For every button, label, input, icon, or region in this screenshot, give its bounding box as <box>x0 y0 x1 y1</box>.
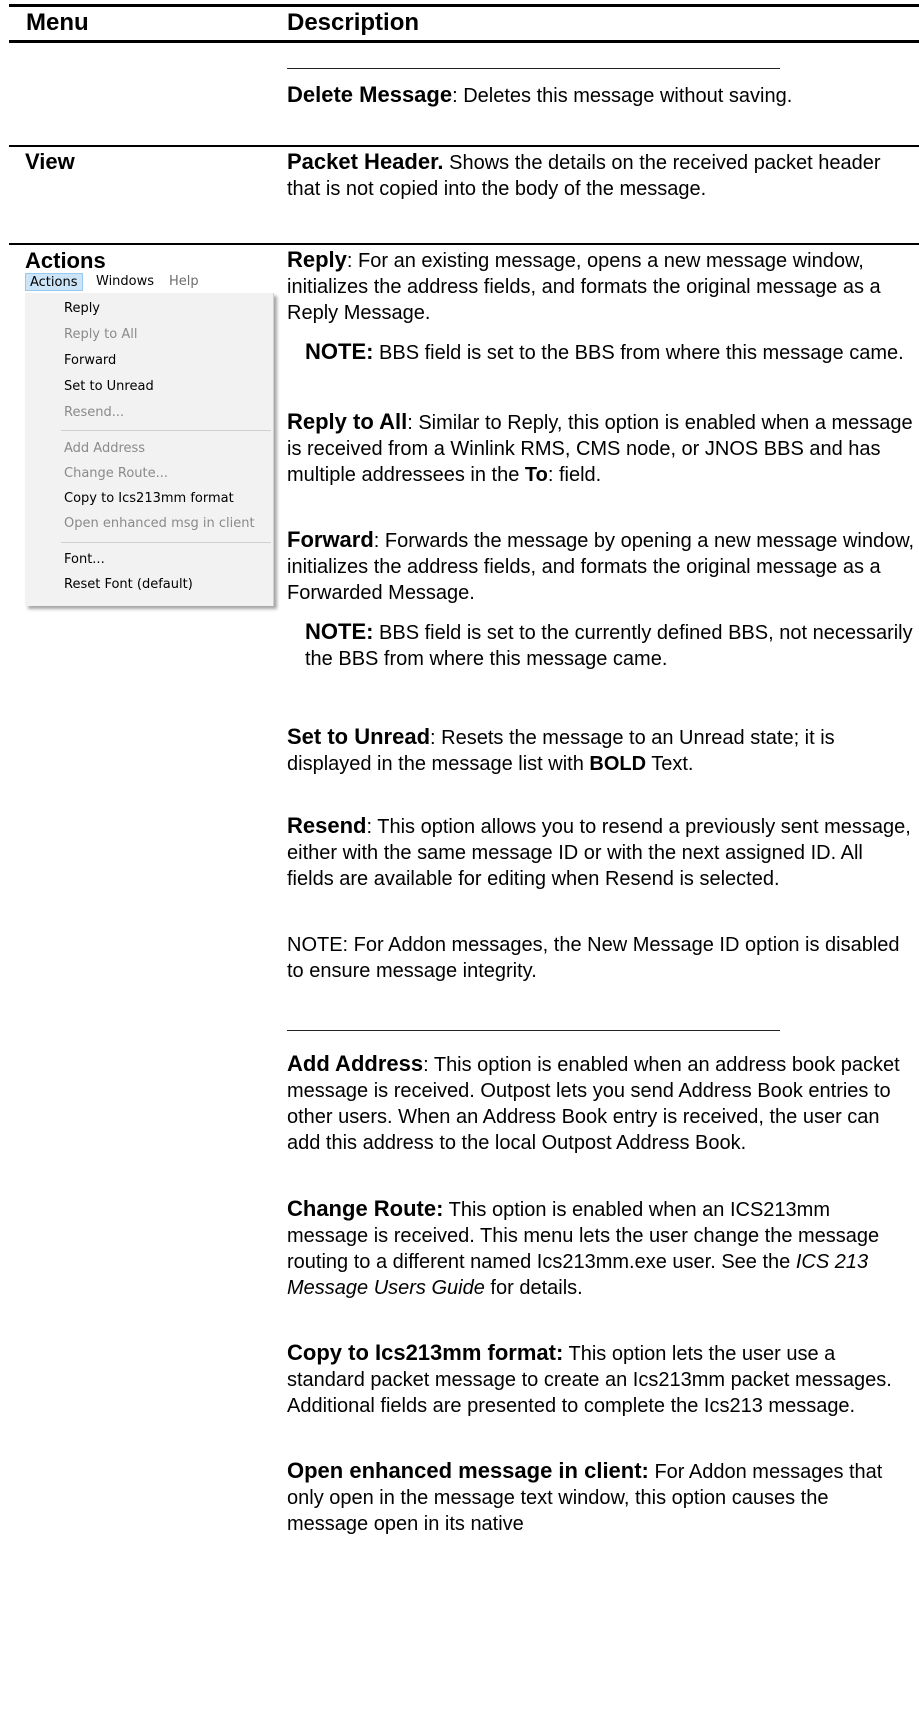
menu-item-change-route[interactable]: Change Route... <box>64 464 168 484</box>
menu-item-resend[interactable]: Resend... <box>64 403 124 423</box>
menu-item-reset-font[interactable]: Reset Font (default) <box>64 575 193 595</box>
menu-item-font[interactable]: Font... <box>64 550 105 570</box>
menu-item-copy-to-ics213mm[interactable]: Copy to Ics213mm format <box>64 489 234 509</box>
copy-to-ics213mm-description: Copy to Ics213mm format: This option let… <box>287 1340 892 1417</box>
forward-description: Forward: Forwards the message by opening… <box>287 527 915 604</box>
actions-menu-label: Actions <box>25 248 106 273</box>
menu-item-add-address[interactable]: Add Address <box>64 439 145 459</box>
separator-line <box>287 1030 780 1031</box>
reply-description: Reply: For an existing message, opens a … <box>287 247 881 324</box>
view-menu-label: View <box>25 149 75 174</box>
resend-note: NOTE: For Addon messages, the New Messag… <box>287 934 900 982</box>
table-header: Menu Description <box>9 4 919 43</box>
menu-item-open-enhanced[interactable]: Open enhanced msg in client <box>64 514 255 534</box>
menubar-help[interactable]: Help <box>165 273 203 291</box>
menu-item-set-to-unread[interactable]: Set to Unread <box>64 377 154 397</box>
reply-note: NOTE: BBS field is set to the BBS from w… <box>305 339 904 364</box>
change-route-description: Change Route: This option is enabled whe… <box>287 1196 880 1299</box>
actions-menu-screenshot: Actions Windows Help Reply Reply to All … <box>25 271 274 606</box>
open-enhanced-description: Open enhanced message in client: For Add… <box>287 1458 883 1535</box>
menu-item-reply[interactable]: Reply <box>64 299 100 319</box>
separator-line <box>287 68 780 69</box>
row-divider <box>9 243 919 245</box>
menubar: Actions Windows Help <box>25 271 273 294</box>
resend-description: Resend: This option allows you to resend… <box>287 813 911 890</box>
menu-separator <box>61 542 271 543</box>
menu-column-header: Menu <box>26 9 89 36</box>
actions-dropdown: Reply Reply to All Forward Set to Unread… <box>25 293 274 606</box>
set-to-unread-description: Set to Unread: Resets the message to an … <box>287 724 835 775</box>
row-divider <box>9 145 919 147</box>
menu-separator <box>61 430 271 431</box>
reply-to-all-description: Reply to All: Similar to Reply, this opt… <box>287 409 913 486</box>
add-address-description: Add Address: This option is enabled when… <box>287 1051 900 1154</box>
menu-item-reply-to-all[interactable]: Reply to All <box>64 325 137 345</box>
packet-header-description: Packet Header. Shows the details on the … <box>287 149 881 200</box>
description-column-header: Description <box>287 9 420 36</box>
menubar-windows[interactable]: Windows <box>92 273 158 291</box>
menubar-actions[interactable]: Actions <box>25 273 83 291</box>
menu-item-forward[interactable]: Forward <box>64 351 116 371</box>
forward-note: NOTE: BBS field is set to the currently … <box>305 619 913 670</box>
delete-message-description: Delete Message: Deletes this message wit… <box>287 82 793 107</box>
